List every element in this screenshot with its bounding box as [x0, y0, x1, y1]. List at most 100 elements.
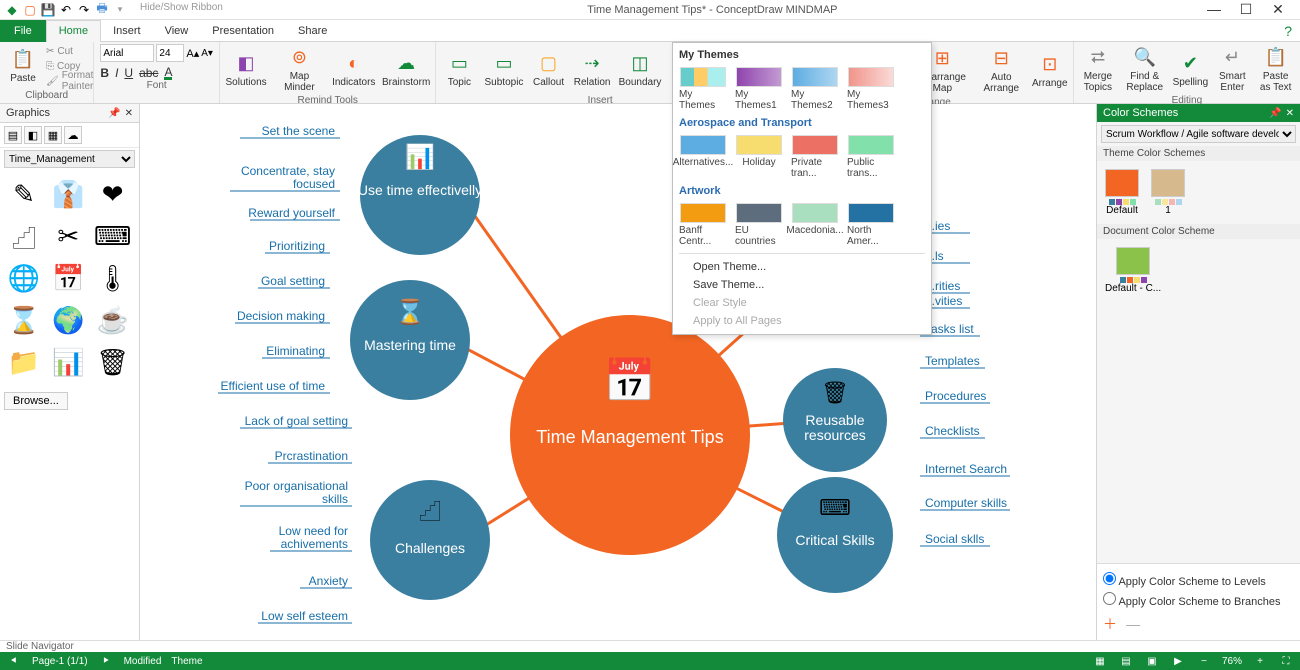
relation-button[interactable]: ⇢Relation	[572, 50, 613, 90]
theme-thumb[interactable]: Alternatives...	[679, 135, 727, 179]
theme-thumb[interactable]: EU countries	[735, 203, 783, 247]
topic[interactable]: Tasks list	[925, 322, 974, 336]
topic[interactable]: Lack of goal setting	[245, 414, 348, 428]
add-scheme-icon[interactable]: ＋	[1103, 616, 1117, 632]
paste-button[interactable]: 📋 Paste	[4, 46, 42, 86]
auto-arrange-button[interactable]: ⊟Auto Arrange	[976, 45, 1027, 96]
topic[interactable]: Poor organisationalskills	[245, 479, 348, 506]
spelling-button[interactable]: ✔Spelling	[1171, 50, 1209, 90]
topic[interactable]: Internet Search	[925, 462, 1007, 476]
indicators-button[interactable]: ◐Indicators	[331, 50, 377, 90]
topic[interactable]: Concentrate, stayfocused	[241, 164, 335, 191]
tab-file[interactable]: File	[0, 20, 46, 42]
undo-icon[interactable]: ↶	[58, 2, 74, 18]
theme-thumb[interactable]: Holiday	[735, 135, 783, 179]
open-theme-item[interactable]: Open Theme...	[679, 258, 925, 276]
new-icon[interactable]: ▢	[22, 2, 38, 18]
topic[interactable]: Social sklls	[925, 532, 984, 546]
underline-button[interactable]: U	[124, 66, 133, 80]
font-color-button[interactable]: A	[164, 67, 172, 80]
print-icon[interactable]: 🖶	[94, 2, 110, 18]
pin-icon[interactable]: 📌	[108, 108, 120, 119]
color-scheme-selector[interactable]: Scrum Workflow / Agile software developm…	[1101, 125, 1296, 143]
shrink-font-icon[interactable]: A▾	[201, 48, 213, 59]
tab-insert[interactable]: Insert	[101, 20, 153, 42]
tab-share[interactable]: Share	[286, 20, 339, 42]
fit-icon[interactable]: ⛶	[1278, 656, 1294, 667]
prev-page-icon[interactable]: ⯇	[6, 656, 22, 667]
graphics-tool-icon[interactable]: ▤	[4, 126, 22, 144]
minimize-button[interactable]: —	[1202, 1, 1226, 18]
presentation-icon[interactable]: 📊	[50, 344, 86, 380]
bold-button[interactable]: B	[100, 66, 109, 80]
next-page-icon[interactable]: ⯈	[98, 656, 114, 667]
close-button[interactable]: ✕	[1266, 1, 1290, 18]
heart-rate-icon[interactable]: ❤	[95, 176, 131, 212]
graphics-tool-icon[interactable]: ◧	[24, 126, 42, 144]
boundary-button[interactable]: ◫Boundary	[617, 50, 664, 90]
topic[interactable]: Checklists	[925, 424, 980, 438]
topic[interactable]: Anxiety	[309, 574, 348, 588]
browse-button[interactable]: Browse...	[4, 392, 68, 410]
pencil-icon[interactable]: ✎	[6, 176, 42, 212]
folder-icon[interactable]: 📁	[6, 344, 42, 380]
theme-thumb[interactable]: My Themes	[679, 67, 727, 111]
cut-button[interactable]: ✂Cut	[46, 44, 93, 58]
tab-presentation[interactable]: Presentation	[200, 20, 286, 42]
view-mode-icon[interactable]: ▣	[1144, 656, 1160, 667]
merge-topics-button[interactable]: ⮂Merge Topics	[1078, 44, 1118, 95]
callout-button[interactable]: ▢Callout	[530, 50, 568, 90]
tab-home[interactable]: Home	[46, 20, 101, 42]
topic[interactable]: Reward yourself	[248, 206, 335, 220]
theme-thumb[interactable]: Public trans...	[847, 135, 895, 179]
topic[interactable]: Prioritizing	[269, 239, 325, 253]
save-theme-item[interactable]: Save Theme...	[679, 276, 925, 294]
topic-button[interactable]: ▭Topic	[440, 50, 478, 90]
topic[interactable]: Set the scene	[262, 124, 336, 138]
font-size-select[interactable]	[156, 44, 184, 62]
stairs-icon[interactable]: 𓊍	[6, 218, 42, 254]
find-replace-button[interactable]: 🔍Find & Replace	[1122, 44, 1167, 95]
italic-button[interactable]: I	[115, 66, 118, 80]
save-icon[interactable]: 💾	[40, 2, 56, 18]
topic[interactable]: Efficient use of time	[221, 379, 326, 393]
topic[interactable]: Low self esteem	[261, 609, 348, 623]
coffee-icon[interactable]: ☕	[95, 302, 131, 338]
topic[interactable]: Eliminating	[266, 344, 325, 358]
arrange-button[interactable]: ⊡Arrange	[1031, 51, 1069, 91]
view-mode-icon[interactable]: ▦	[1092, 656, 1108, 667]
smart-enter-button[interactable]: ↵Smart Enter	[1213, 44, 1251, 95]
theme-thumb[interactable]: North Amer...	[847, 203, 895, 247]
topic[interactable]: Computer skills	[925, 496, 1007, 510]
font-name-select[interactable]	[100, 44, 154, 62]
topic[interactable]: Decision making	[237, 309, 325, 323]
scheme-swatch-default-c[interactable]: Default - C...	[1105, 247, 1161, 294]
paste-as-text-button[interactable]: 📋Paste as Text	[1255, 44, 1296, 95]
subtopic-button[interactable]: ▭Subtopic	[482, 50, 525, 90]
brainstorm-button[interactable]: ☁Brainstorm	[381, 50, 432, 90]
theme-thumb[interactable]: My Themes1	[735, 67, 783, 111]
theme-thumb[interactable]: Banff Centr...	[679, 203, 727, 247]
view-mode-icon[interactable]: ▤	[1118, 656, 1134, 667]
hide-show-ribbon[interactable]: Hide/Show Ribbon	[140, 2, 223, 18]
topic[interactable]: Prcrastination	[275, 449, 348, 463]
apply-levels-radio[interactable]: Apply Color Scheme to Levels	[1103, 570, 1294, 590]
theme-thumb[interactable]: Private tran...	[791, 135, 839, 179]
redo-icon[interactable]: ↷	[76, 2, 92, 18]
topic[interactable]: Goal setting	[261, 274, 325, 288]
theme-thumb[interactable]: My Themes2	[791, 67, 839, 111]
pin-icon[interactable]: 📌	[1269, 108, 1281, 119]
qat-more-icon[interactable]: ▾	[112, 2, 128, 18]
thermometer-icon[interactable]: 🌡	[95, 260, 131, 296]
globe-icon[interactable]: 🌐	[6, 260, 42, 296]
solutions-button[interactable]: ◧Solutions	[224, 50, 268, 90]
graphics-tool-icon[interactable]: ☁	[64, 126, 82, 144]
scissors-icon[interactable]: ✂	[50, 218, 86, 254]
tie-icon[interactable]: 👔	[50, 176, 86, 212]
format-painter-button[interactable]: 🖌Format Painter	[46, 74, 93, 88]
scheme-swatch-default[interactable]: Default	[1105, 169, 1139, 216]
grow-font-icon[interactable]: A▴	[186, 47, 199, 60]
graphics-category-select[interactable]: Time_Management	[4, 150, 135, 168]
scheme-swatch-one[interactable]: 1	[1151, 169, 1185, 216]
mindmap-canvas[interactable]: Time Management Tips 📅 📊 Use time effect…	[140, 104, 1096, 640]
